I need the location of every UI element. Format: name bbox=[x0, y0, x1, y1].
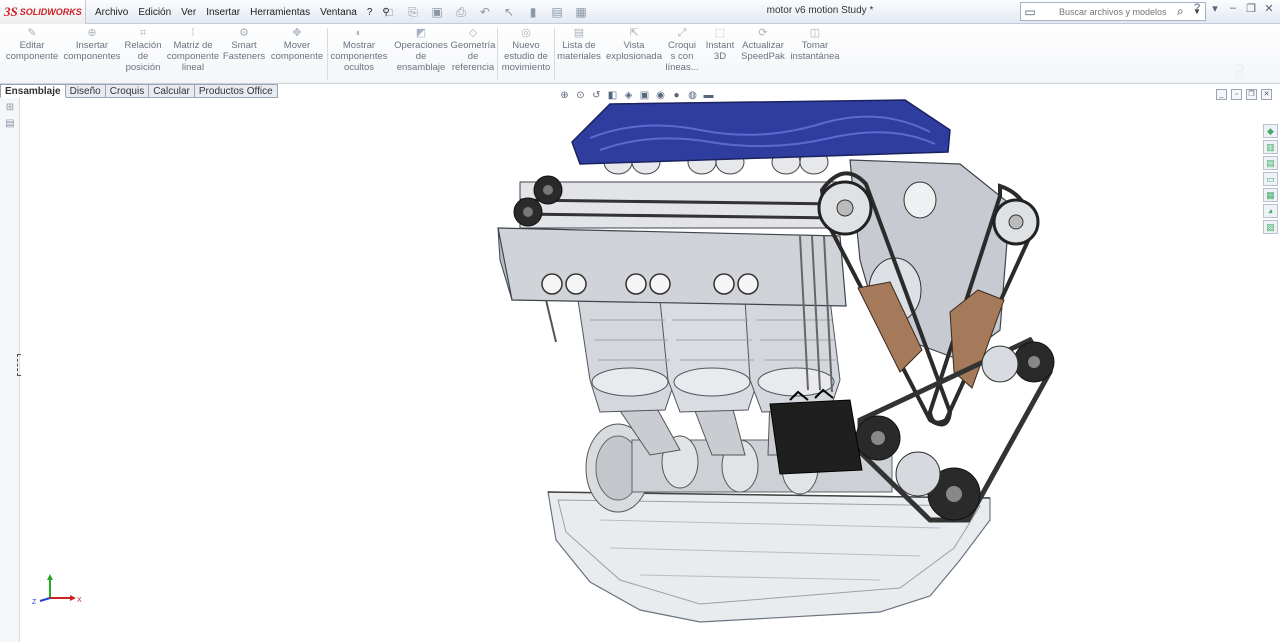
title-bar: 3S SOLIDWORKS Archivo Edición Ver Insert… bbox=[0, 0, 1280, 24]
triad-z-axis bbox=[39, 597, 51, 602]
view-palette-icon[interactable]: ▦ bbox=[1263, 188, 1278, 202]
triad-x-arrow bbox=[70, 595, 76, 601]
menu-ver[interactable]: Ver bbox=[176, 7, 201, 18]
menu-insertar[interactable]: Insertar bbox=[201, 7, 245, 18]
rebuild-icon[interactable]: ▮ bbox=[522, 3, 544, 21]
motion-study-icon: ◎ bbox=[521, 27, 531, 39]
new-motion-study-button[interactable]: ◎ Nuevo estudio de movimiento bbox=[498, 26, 554, 73]
smart-fasteners-button[interactable]: ⚙ Smart Fasteners bbox=[222, 26, 266, 62]
property-manager-icon[interactable]: ▤ bbox=[3, 118, 17, 130]
menu-archivo[interactable]: Archivo bbox=[90, 7, 133, 18]
edit-component-icon: ✎ bbox=[27, 27, 37, 39]
insert-components-icon: ⊕ bbox=[87, 27, 97, 39]
triad-x-label: X bbox=[77, 597, 82, 604]
speedpak-icon: ⟳ bbox=[758, 27, 768, 39]
solidworks-logo[interactable]: 3S SOLIDWORKS bbox=[0, 0, 86, 24]
search-input[interactable] bbox=[1039, 6, 1177, 17]
move-component-button[interactable]: ✥ Mover componente bbox=[268, 26, 326, 62]
help-icon[interactable]: ? bbox=[1190, 2, 1204, 18]
options-icon[interactable]: ▦ bbox=[570, 3, 592, 21]
show-hidden-icon: ◐ bbox=[355, 27, 363, 39]
select-icon[interactable]: ↖ bbox=[498, 3, 520, 21]
linear-pattern-icon: ⁞ bbox=[191, 27, 195, 39]
triad-y-arrow bbox=[47, 574, 53, 580]
undo-icon[interactable]: ↶ bbox=[474, 3, 496, 21]
valvetrain bbox=[513, 175, 841, 229]
brand-name: SOLIDWORKS bbox=[19, 7, 82, 17]
restore-icon[interactable]: ❐ bbox=[1244, 2, 1258, 18]
cylinder-head bbox=[497, 227, 847, 307]
search-scope-icon[interactable]: ▭ bbox=[1021, 3, 1039, 20]
viewport-restore-icon[interactable]: ❐ bbox=[1246, 89, 1257, 100]
new-document-icon[interactable]: □ bbox=[378, 3, 400, 21]
quick-access-toolbar: □ ⎘ ▣ ⎙ ↶ ↖ ▮ ▤ ▦ bbox=[378, 0, 592, 24]
save-icon[interactable]: ▣ bbox=[426, 3, 448, 21]
show-hidden-components-button[interactable]: ◐ Mostrar componentes ocultos bbox=[328, 26, 390, 73]
file-explorer-icon[interactable]: ▤ bbox=[1263, 156, 1278, 170]
minimize-icon[interactable]: – bbox=[1226, 2, 1240, 18]
tab-calcular[interactable]: Calcular bbox=[149, 84, 195, 98]
open-document-icon[interactable]: ⎘ bbox=[402, 3, 424, 21]
solidworks-resources-icon[interactable]: ◆ bbox=[1263, 124, 1278, 138]
menu-herramientas[interactable]: Herramientas bbox=[245, 7, 315, 18]
bill-of-materials-button[interactable]: ▤ Lista de materiales bbox=[556, 26, 602, 62]
explode-line-sketch-button[interactable]: ⤢ Croqui s con líneas... bbox=[664, 26, 700, 73]
assembly-features-button[interactable]: ◩ Operaciones de ensamblaje bbox=[392, 26, 450, 73]
menu-bar: Archivo Edición Ver Insertar Herramienta… bbox=[90, 0, 395, 24]
triad-z-label: Z bbox=[32, 599, 37, 606]
command-manager: ✎ Editar componente ⊕ Insertar componentes… bbox=[0, 24, 1280, 85]
bom-icon: ▤ bbox=[573, 27, 585, 39]
close-icon[interactable]: ✕ bbox=[1262, 2, 1276, 18]
menu-edicion[interactable]: Edición bbox=[133, 7, 176, 18]
reference-geometry-button[interactable]: ◇ Geometría de referencia bbox=[450, 26, 496, 73]
viewport-minimize-icon[interactable]: _ bbox=[1216, 89, 1227, 100]
reference-triad: Z X bbox=[32, 574, 82, 606]
instant3d-icon: ⬚ bbox=[714, 27, 726, 39]
move-component-icon: ✥ bbox=[292, 27, 302, 39]
task-pane-tabs: ◆ ▥ ▤ ▭ ▦ ◕ ▧ bbox=[1263, 124, 1279, 234]
valve-cover bbox=[571, 99, 951, 165]
viewport-close-icon[interactable]: ✕ bbox=[1261, 89, 1272, 100]
feature-tree-icon[interactable]: ⊞ bbox=[3, 102, 17, 114]
tab-diseno[interactable]: Diseño bbox=[65, 84, 106, 98]
search-box[interactable]: ▭ ⌕ ▼ bbox=[1020, 2, 1206, 21]
file-properties-icon[interactable]: ▤ bbox=[546, 3, 568, 21]
exploded-view-icon: ⇱ bbox=[629, 27, 639, 39]
custom-properties-icon[interactable]: ▧ bbox=[1263, 220, 1278, 234]
instant3d-button[interactable]: ⬚ Instant 3D bbox=[702, 26, 738, 62]
linear-pattern-button[interactable]: ⁞ Matriz de componente lineal bbox=[164, 26, 222, 73]
design-library-icon[interactable]: ▥ bbox=[1263, 140, 1278, 154]
ribbon-separator bbox=[554, 28, 555, 80]
exploded-view-button[interactable]: ⇱ Vista explosionada bbox=[604, 26, 664, 62]
update-speedpak-button[interactable]: ⟳ Actualizar SpeedPak bbox=[740, 26, 786, 62]
window-controls: ? ▾ – ❐ ✕ bbox=[1190, 2, 1276, 18]
snapshot-icon: ◫ bbox=[809, 27, 821, 39]
appearances-icon[interactable]: ◕ bbox=[1263, 204, 1278, 218]
assembly-features-icon: ◩ bbox=[415, 27, 427, 39]
tab-productos-office[interactable]: Productos Office bbox=[194, 84, 278, 98]
solidworks-window: 3S SOLIDWORKS Archivo Edición Ver Insert… bbox=[0, 0, 1280, 642]
v6-engine-model[interactable] bbox=[480, 96, 1080, 642]
document-title: motor v6 motion Study * bbox=[766, 5, 874, 16]
viewport-controls: _ ▫ ❐ ✕ bbox=[1216, 89, 1272, 100]
reference-geometry-icon: ◇ bbox=[468, 27, 478, 39]
print-icon[interactable]: ⎙ bbox=[450, 3, 472, 21]
mate-button[interactable]: ⌗ Relación de posición bbox=[122, 26, 164, 73]
menu-ventana[interactable]: Ventana bbox=[315, 7, 362, 18]
mate-icon: ⌗ bbox=[139, 27, 147, 39]
insert-components-button[interactable]: ⊕ Insertar componentes bbox=[62, 26, 122, 62]
chevron-down-icon[interactable]: ▾ bbox=[1208, 2, 1222, 18]
menu-help[interactable]: ? bbox=[362, 7, 378, 18]
tab-croquis[interactable]: Croquis bbox=[105, 84, 150, 98]
tab-ensamblaje[interactable]: Ensamblaje bbox=[0, 84, 66, 98]
take-snapshot-button[interactable]: ◫ Tomar instantánea bbox=[788, 26, 842, 62]
explode-line-sketch-icon: ⤢ bbox=[677, 27, 687, 39]
command-tabs: Ensamblaje Diseño Croquis Calcular Produ… bbox=[0, 84, 278, 98]
edit-component-button[interactable]: ✎ Editar componente bbox=[4, 26, 60, 62]
ds-logo-mark: 3S bbox=[4, 4, 18, 19]
search-results-icon[interactable]: ▭ bbox=[1263, 172, 1278, 186]
smart-fasteners-icon: ⚙ bbox=[239, 27, 249, 39]
viewport-tile-icon[interactable]: ▫ bbox=[1231, 89, 1242, 100]
